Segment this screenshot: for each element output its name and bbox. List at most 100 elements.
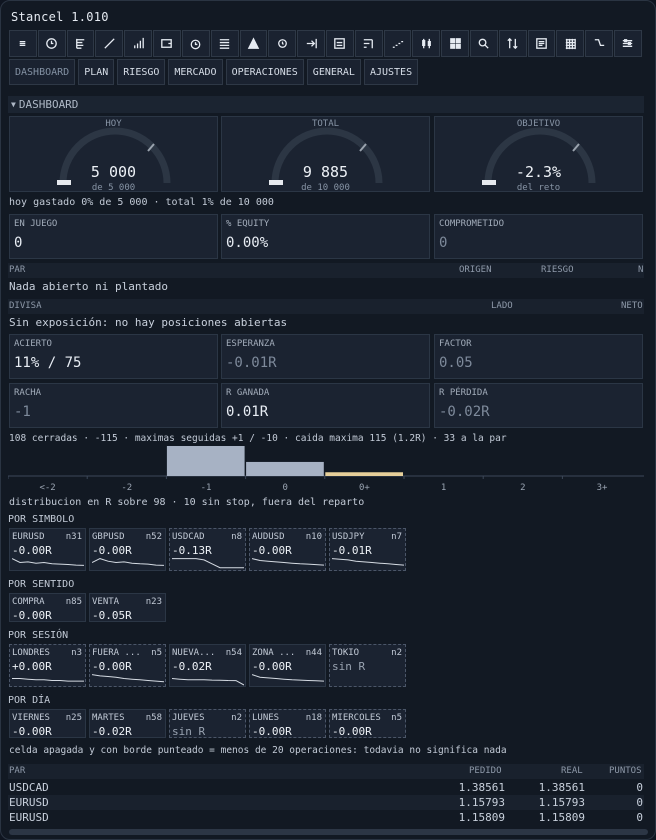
magnifier-button[interactable]: [470, 30, 498, 57]
col-origen: ORIGEN: [459, 265, 492, 275]
cell-eurusd[interactable]: EURUSD n31 -0.00R: [9, 528, 86, 571]
sparkline: [252, 674, 324, 682]
tick-label: 3+: [597, 483, 608, 492]
candles-button[interactable]: [412, 30, 441, 57]
bar-chart-button[interactable]: [124, 30, 153, 57]
r-distribution-chart: <-2 -2 -1 0 0+ 1 2 3+: [8, 446, 644, 492]
cell-audusd[interactable]: AUDUSD n10 -0.00R: [249, 528, 326, 571]
tab-operaciones[interactable]: OPERACIONES: [225, 59, 304, 85]
arrow-right-bar-button[interactable]: [297, 30, 325, 57]
tab-riesgo[interactable]: RIESGO: [117, 59, 166, 85]
grid-small-icon: [565, 38, 576, 50]
cell-name: COMPRA: [12, 597, 45, 607]
cell-tokio[interactable]: TOKIO n2 sin R: [329, 644, 406, 687]
tree-button[interactable]: [66, 30, 95, 57]
cell-lunes[interactable]: LUNES n18 -0.00R: [249, 709, 326, 738]
cell-count: n8: [231, 532, 242, 542]
cell-name: LONDRES: [12, 648, 50, 658]
sparkline: [92, 674, 164, 683]
toolbar: [9, 30, 642, 57]
grid-large-button[interactable]: [441, 30, 469, 57]
drop-curve-icon: [594, 39, 604, 47]
cell-londres[interactable]: LONDRES n3 +0.00R: [9, 644, 86, 687]
line-icon: [104, 38, 115, 49]
stat-r-ganada: R GANADA 0.01R: [221, 383, 430, 428]
mountain-button[interactable]: [239, 30, 268, 57]
document-button[interactable]: [527, 30, 556, 57]
col-par: PAR: [9, 265, 26, 275]
col-lado: LADO: [491, 301, 513, 311]
clock-button[interactable]: [37, 30, 66, 57]
cell-gbpusd[interactable]: GBPUSD n52 -0.00R: [89, 528, 166, 571]
cell-count: n2: [391, 648, 402, 658]
stat-label: R GANADA: [226, 388, 270, 398]
sliders-button[interactable]: [614, 30, 642, 57]
timer-button[interactable]: [181, 30, 210, 57]
stat-label: R PÉRDIDA: [439, 388, 488, 398]
tab-plan[interactable]: PLAN: [78, 59, 115, 85]
cell-count: n54: [225, 648, 242, 658]
group-title: POR SESIÓN: [8, 630, 69, 641]
wallet-button[interactable]: [153, 30, 181, 57]
cell-value: -0.05R: [92, 609, 132, 622]
panel-icon: [334, 38, 346, 49]
tab-mercado[interactable]: MERCADO: [168, 59, 223, 85]
tab-general[interactable]: GENERAL: [306, 59, 361, 85]
tab-ajustes[interactable]: AJUSTES: [363, 59, 419, 85]
cell-zona[interactable]: ZONA ... n44 -0.00R: [249, 644, 326, 687]
horizontal-scrollbar[interactable]: [9, 829, 648, 835]
prices-header: PAR PEDIDO REAL PUNTOS: [8, 764, 644, 779]
footnote: celda apagada y con borde punteado = men…: [9, 745, 507, 756]
cell-miercoles[interactable]: MIERCOLES n5 -0.00R: [329, 709, 406, 738]
card-label: COMPROMETIDO: [439, 219, 505, 229]
cell-jueves[interactable]: JUEVES n2 sin R: [169, 709, 246, 738]
list-button[interactable]: [210, 30, 239, 57]
col-real: REAL: [561, 766, 583, 776]
cell-nueva[interactable]: NUEVA... n54 -0.02R: [169, 644, 246, 687]
group-title: POR DÍA: [8, 695, 51, 706]
section-header-dashboard[interactable]: ▼ DASHBOARD: [8, 96, 644, 113]
stat-label: RACHA: [14, 388, 42, 398]
list-icon: [219, 39, 230, 49]
card-equity: % EQUITY 0.00%: [221, 214, 430, 259]
cell-viernes[interactable]: VIERNES n25 -0.00R: [9, 709, 86, 738]
sparkline: [332, 558, 404, 566]
table-row[interactable]: EURUSD 1.15809 1.15809 0: [8, 810, 644, 822]
gauge-sub: de 5 000: [91, 183, 136, 193]
stat-value: 0.01R: [226, 404, 269, 420]
tab-dashboard[interactable]: DASHBOARD: [9, 59, 76, 85]
drop-curve-button[interactable]: [585, 30, 614, 57]
sliders-icon: [623, 39, 633, 47]
cell-count: n85: [65, 597, 82, 607]
cell-name: USDJPY: [332, 532, 365, 542]
steps-button[interactable]: [354, 30, 383, 57]
sparkline: [252, 558, 324, 566]
tick-label: <-2: [39, 483, 55, 492]
gauge-value: -2.3%: [515, 163, 562, 181]
cell-fuera[interactable]: FUERA ... n5 -0.00R: [89, 644, 166, 687]
dashes-button[interactable]: [383, 30, 412, 57]
cell-usdcad[interactable]: USDCAD n8 -0.13R: [169, 528, 246, 571]
cell-venta[interactable]: VENTA n23 -0.05R: [89, 593, 166, 622]
grid-small-button[interactable]: [556, 30, 585, 57]
cell-compra[interactable]: COMPRA n85 -0.00R: [9, 593, 86, 622]
line-button[interactable]: [95, 30, 124, 57]
gauge-value: 5 000: [90, 163, 137, 181]
panel-button[interactable]: [325, 30, 354, 57]
cell-value: sin R: [332, 660, 366, 673]
menu-button[interactable]: [9, 30, 37, 57]
exposure-header: DIVISA LADO NETO: [8, 299, 644, 314]
cell-count: n25: [65, 713, 82, 723]
table-row[interactable]: USDCAD 1.38561 1.38561 0: [8, 780, 644, 795]
table-row[interactable]: EURUSD 1.15793 1.15793 0: [8, 795, 644, 810]
cell-usdjpy[interactable]: USDJPY n7 -0.01R: [329, 528, 406, 571]
cell-count: n58: [145, 713, 162, 723]
dashboard-panel[interactable]: ▼ DASHBOARD HOY 5 000 de 5 000 TOTAL 9 885 de…: [8, 96, 644, 822]
sort-button[interactable]: [498, 30, 527, 57]
cell-count: n44: [305, 648, 322, 658]
mountain-icon: [247, 37, 260, 49]
tick-label: -2: [121, 483, 132, 492]
cell-real: 1.38561: [538, 781, 585, 794]
cell-martes[interactable]: MARTES n58 -0.02R: [89, 709, 166, 738]
history-button[interactable]: [268, 30, 297, 57]
